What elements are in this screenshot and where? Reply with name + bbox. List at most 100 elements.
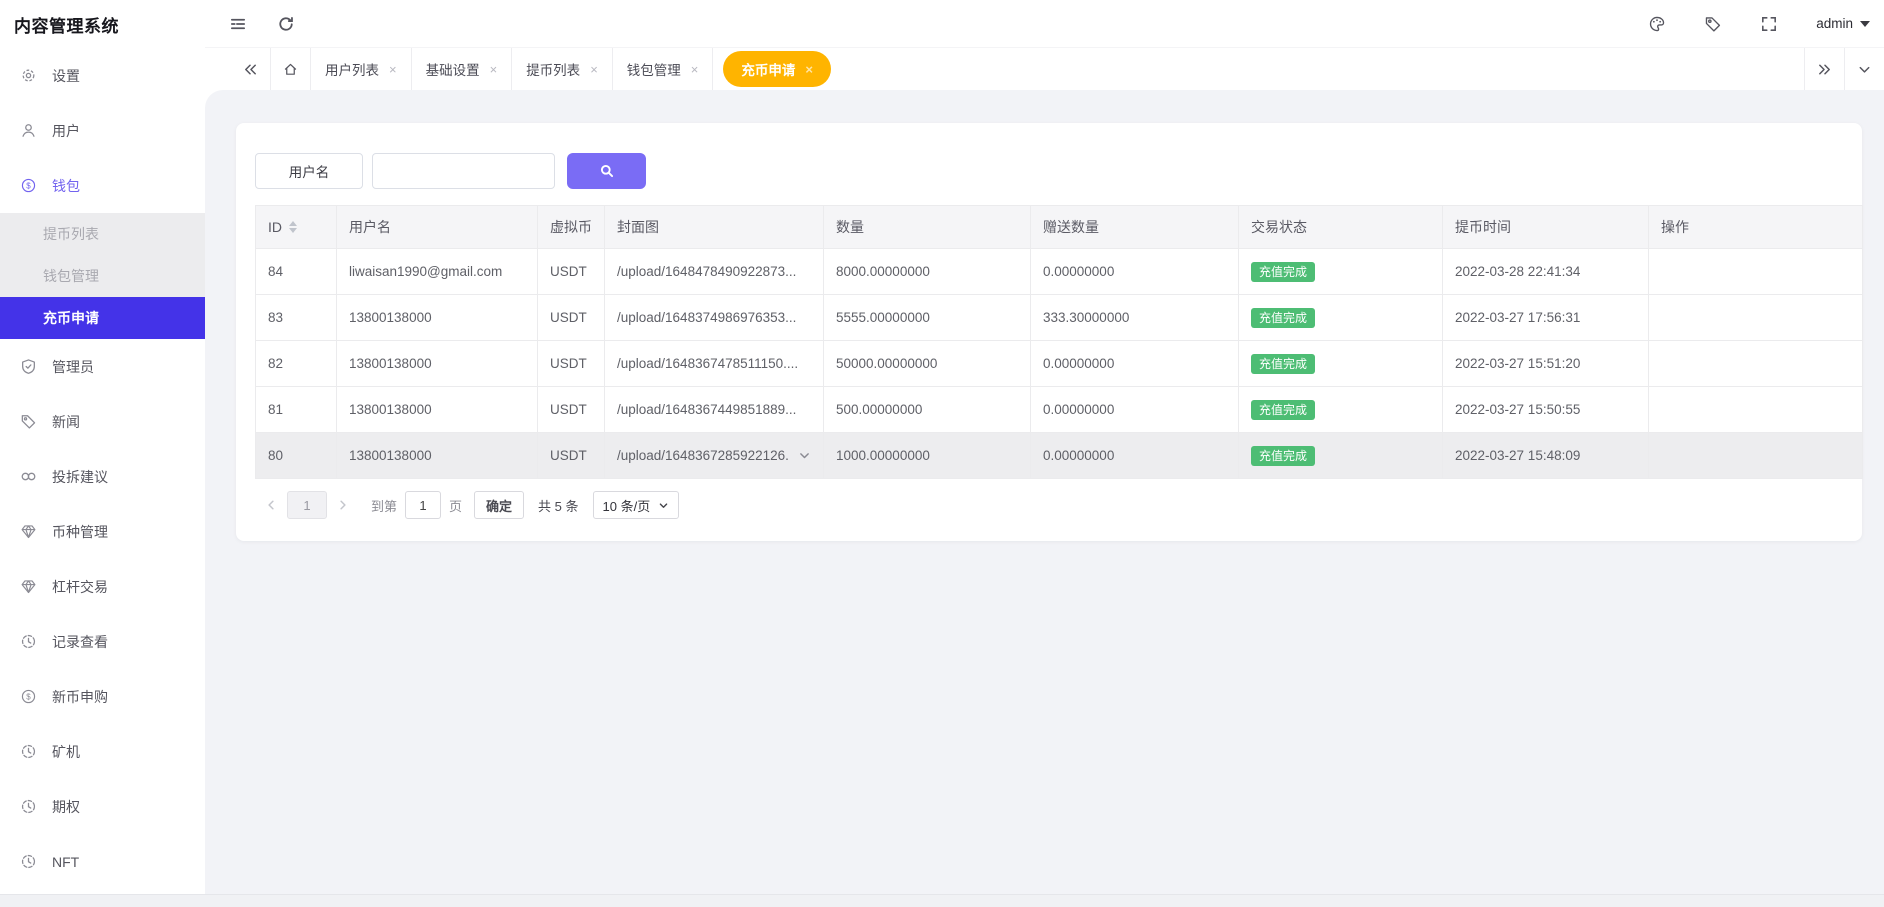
tab-user-list[interactable]: 用户列表× bbox=[311, 48, 412, 90]
column-header-2: 虚拟币 bbox=[538, 206, 605, 249]
sidebar-item-label: 管理员 bbox=[52, 357, 94, 377]
column-header-7: 提币时间 bbox=[1443, 206, 1649, 249]
sidebar-item-label: 钱包 bbox=[52, 176, 80, 196]
table-header-row: ID用户名虚拟币封面图数量赠送数量交易状态提币时间操作 bbox=[256, 206, 1863, 249]
sort-icon[interactable] bbox=[289, 221, 297, 233]
sidebar-item-feedback[interactable]: 投拆建议 bbox=[0, 449, 205, 504]
column-header-label: 虚拟币 bbox=[550, 219, 592, 235]
cell-amount: 1000.00000000 bbox=[824, 433, 1031, 479]
sidebar-item-wallet[interactable]: $钱包 bbox=[0, 158, 205, 213]
pagination: 1 到第 页 确定 共 5 条 10 条/页 bbox=[257, 491, 1862, 519]
status-badge: 充值完成 bbox=[1251, 262, 1315, 282]
column-header-0[interactable]: ID bbox=[256, 206, 337, 249]
fullscreen-icon[interactable] bbox=[1760, 15, 1778, 33]
sidebar-item-admins[interactable]: 管理员 bbox=[0, 339, 205, 394]
sidebar-item-coin-manage[interactable]: 币种管理 bbox=[0, 504, 205, 559]
column-header-label: 提币时间 bbox=[1455, 219, 1511, 235]
tab-deposit-apply[interactable]: 充币申请× bbox=[723, 51, 831, 87]
tabs-container: 用户列表×基础设置×提币列表×钱包管理×充币申请× bbox=[311, 48, 841, 90]
search-button[interactable] bbox=[567, 153, 646, 189]
search-input[interactable] bbox=[372, 153, 555, 189]
history-icon bbox=[20, 743, 37, 760]
prev-page-icon[interactable] bbox=[257, 491, 285, 519]
cell-status: 充值完成 bbox=[1239, 433, 1443, 479]
cover-path: /upload/1648374986976353... bbox=[617, 310, 796, 325]
tabbar: 用户列表×基础设置×提币列表×钱包管理×充币申请× bbox=[205, 48, 1884, 90]
gear-icon bbox=[20, 67, 37, 84]
goto-label: 到第 bbox=[371, 496, 397, 515]
sidebar-item-options[interactable]: 期权 bbox=[0, 779, 205, 834]
column-header-label: ID bbox=[268, 219, 282, 235]
home-tab-button[interactable] bbox=[271, 48, 311, 90]
sidebar-item-new-coin[interactable]: $新币申购 bbox=[0, 669, 205, 724]
sidebar-item-label: 用户 bbox=[52, 121, 80, 141]
cell-username: 13800138000 bbox=[337, 341, 538, 387]
app-title: 内容管理系统 bbox=[0, 0, 205, 48]
shield-icon bbox=[20, 358, 37, 375]
sidebar-item-news[interactable]: 新闻 bbox=[0, 394, 205, 449]
current-page[interactable]: 1 bbox=[287, 491, 327, 519]
sidebar-item-miner[interactable]: 矿机 bbox=[0, 724, 205, 779]
cell-gift: 0.00000000 bbox=[1031, 387, 1239, 433]
cell-amount: 50000.00000000 bbox=[824, 341, 1031, 387]
cell-gift: 0.00000000 bbox=[1031, 433, 1239, 479]
collapse-sidebar-icon[interactable] bbox=[229, 15, 247, 33]
cell-cover: /upload/1648367478511150.... bbox=[605, 341, 824, 387]
horizontal-scrollbar[interactable] bbox=[0, 894, 1884, 907]
search-field-selector[interactable]: 用户名 bbox=[255, 153, 363, 189]
caret-down-icon bbox=[1860, 21, 1870, 27]
close-tab-icon[interactable]: × bbox=[691, 63, 699, 76]
sidebar-subitem-deposit-apply[interactable]: 充币申请 bbox=[0, 297, 205, 339]
theme-palette-icon[interactable] bbox=[1648, 15, 1666, 33]
tag-icon bbox=[20, 413, 37, 430]
status-badge: 充值完成 bbox=[1251, 308, 1315, 328]
cell-username: liwaisan1990@gmail.com bbox=[337, 249, 538, 295]
column-header-label: 数量 bbox=[836, 219, 864, 235]
status-badge: 充值完成 bbox=[1251, 400, 1315, 420]
sidebar-subitem-wallet-manage[interactable]: 钱包管理 bbox=[0, 255, 205, 297]
sidebar-item-label: NFT bbox=[52, 854, 79, 870]
cell-id: 83 bbox=[256, 295, 337, 341]
cell-amount: 500.00000000 bbox=[824, 387, 1031, 433]
tag-icon[interactable] bbox=[1704, 15, 1722, 33]
goto-confirm-button[interactable]: 确定 bbox=[474, 491, 524, 519]
sidebar-item-users[interactable]: 用户 bbox=[0, 103, 205, 158]
close-tab-icon[interactable]: × bbox=[389, 63, 397, 76]
content-area: 用户名 ID用户名虚拟币封面图数量赠送数量交易状态提币时间操作 84liwais… bbox=[205, 90, 1884, 907]
next-page-icon[interactable] bbox=[329, 491, 357, 519]
goto-page-input[interactable] bbox=[405, 491, 441, 519]
close-tab-icon[interactable]: × bbox=[490, 63, 498, 76]
cell-coin: USDT bbox=[538, 249, 605, 295]
cell-gift: 0.00000000 bbox=[1031, 341, 1239, 387]
cover-path: /upload/1648367285922126. bbox=[617, 448, 789, 463]
tabs-scroll-right-button[interactable] bbox=[1804, 48, 1844, 90]
tab-base-settings[interactable]: 基础设置× bbox=[412, 48, 513, 90]
tab-wallet-manage[interactable]: 钱包管理× bbox=[613, 48, 714, 90]
sidebar-item-label: 新闻 bbox=[52, 412, 80, 432]
page-size-select[interactable]: 10 条/页 bbox=[593, 491, 680, 519]
cell-cover: /upload/1648367449851889... bbox=[605, 387, 824, 433]
sidebar-subitem-withdraw-list[interactable]: 提币列表 bbox=[0, 213, 205, 255]
close-tab-icon[interactable]: × bbox=[590, 63, 598, 76]
cell-time: 2022-03-27 17:56:31 bbox=[1443, 295, 1649, 341]
expand-row-icon[interactable] bbox=[798, 449, 811, 462]
gem-icon bbox=[20, 523, 37, 540]
close-tab-icon[interactable]: × bbox=[805, 63, 813, 76]
tabs-scroll-left-button[interactable] bbox=[231, 48, 271, 90]
sidebar-item-label: 新币申购 bbox=[52, 687, 108, 707]
refresh-icon[interactable] bbox=[277, 15, 295, 33]
cell-id: 80 bbox=[256, 433, 337, 479]
cell-amount: 8000.00000000 bbox=[824, 249, 1031, 295]
sidebar-item-settings[interactable]: 设置 bbox=[0, 48, 205, 103]
sidebar-item-records[interactable]: 记录查看 bbox=[0, 614, 205, 669]
column-header-8: 操作 bbox=[1649, 206, 1863, 249]
table-row: 8213800138000USDT/upload/164836747851115… bbox=[256, 341, 1863, 387]
sidebar-item-nft[interactable]: NFT bbox=[0, 834, 205, 889]
sidebar-item-leverage[interactable]: 杠杆交易 bbox=[0, 559, 205, 614]
user-menu[interactable]: admin bbox=[1816, 16, 1874, 31]
tab-withdraw-list[interactable]: 提币列表× bbox=[512, 48, 613, 90]
column-header-label: 交易状态 bbox=[1251, 219, 1307, 235]
tabs-menu-button[interactable] bbox=[1844, 48, 1884, 90]
total-count-label: 共 5 条 bbox=[538, 496, 578, 515]
column-header-1: 用户名 bbox=[337, 206, 538, 249]
